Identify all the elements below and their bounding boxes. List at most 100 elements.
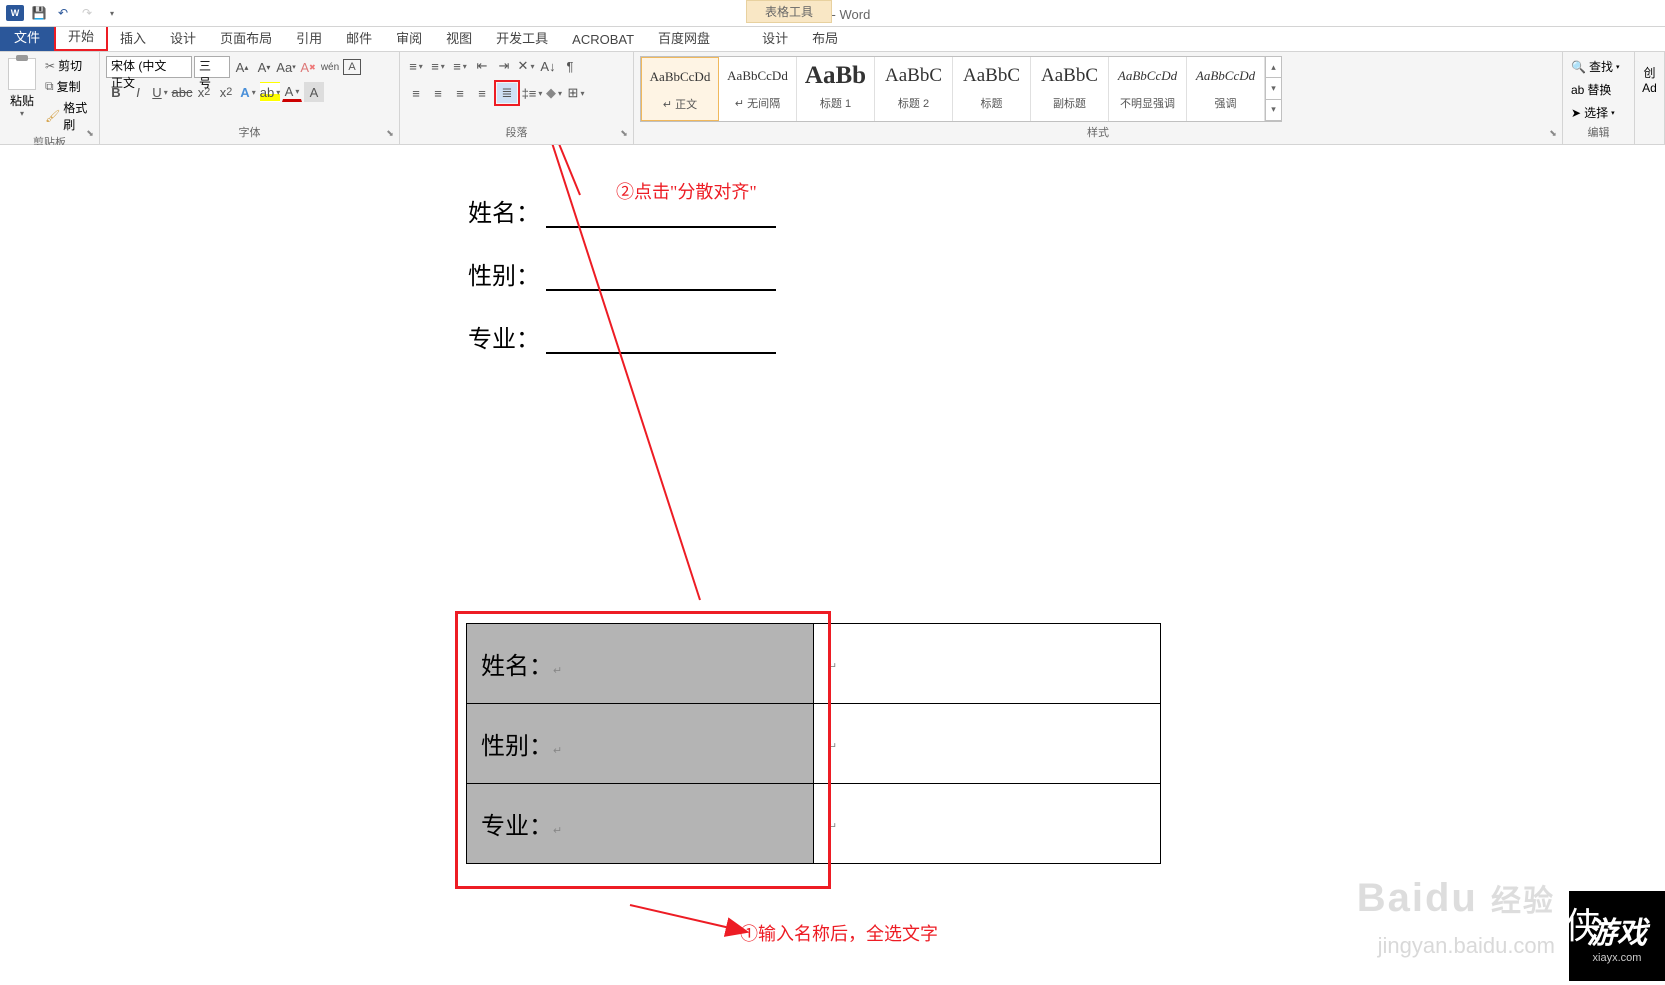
gallery-more-icon[interactable]: ▾ <box>1266 100 1281 121</box>
clear-format-icon[interactable]: A✖ <box>298 57 318 77</box>
clipboard-icon <box>8 58 36 90</box>
label-major: 专业： <box>468 319 540 354</box>
cut-button[interactable]: ✂剪切 <box>42 56 93 75</box>
numbering-icon[interactable]: ≡ <box>428 56 448 76</box>
align-right-icon[interactable]: ≡ <box>450 83 470 103</box>
quick-access-toolbar: W 💾 ↶ ↷ <box>0 3 122 23</box>
find-button[interactable]: 🔍查找▾ <box>1569 56 1621 77</box>
tab-references[interactable]: 引用 <box>284 24 334 51</box>
font-launcher-icon[interactable]: ⬊ <box>383 128 397 142</box>
tab-table-layout[interactable]: 布局 <box>800 24 850 51</box>
char-border-icon[interactable]: A <box>342 57 362 77</box>
paragraph-launcher-icon[interactable]: ⬊ <box>617 128 631 142</box>
table-cell-value: ↵ <box>814 704 1161 784</box>
shading-icon[interactable]: ◆ <box>544 83 564 103</box>
paste-label: 粘贴 <box>10 92 34 109</box>
font-size-combo[interactable]: 三号 <box>194 56 230 78</box>
grow-font-icon[interactable]: A▴ <box>232 57 252 77</box>
styles-gallery[interactable]: AaBbCcDd↵ 正文AaBbCcDd↵ 无间隔AaBb标题 1AaBbC标题… <box>640 56 1282 122</box>
scissors-icon: ✂ <box>45 59 55 73</box>
word-app-icon[interactable]: W <box>4 3 26 23</box>
table-cell-label: 性别：↵ <box>467 704 814 784</box>
qat-customize-icon[interactable] <box>100 3 122 23</box>
watermark-baidu: Baidu 经验 <box>1357 876 1555 921</box>
undo-icon[interactable]: ↶ <box>52 3 74 23</box>
group-styles: AaBbCcDd↵ 正文AaBbCcDd↵ 无间隔AaBb标题 1AaBbC标题… <box>634 52 1563 144</box>
replace-icon: ab <box>1571 83 1584 97</box>
tab-page-layout[interactable]: 页面布局 <box>208 24 284 51</box>
table-row[interactable]: 姓名：↵ ↵ <box>467 624 1161 704</box>
tab-design[interactable]: 设计 <box>158 24 208 51</box>
document-table[interactable]: 姓名：↵ ↵ 性别：↵ ↵ 专业：↵ ↵ <box>466 623 1161 864</box>
superscript-button[interactable]: x2 <box>216 82 236 102</box>
align-center-icon[interactable]: ≡ <box>428 83 448 103</box>
redo-icon[interactable]: ↷ <box>76 3 98 23</box>
style-item[interactable]: AaBbC标题 2 <box>875 57 953 121</box>
select-button[interactable]: ➤选择▾ <box>1569 102 1621 123</box>
group-paragraph: ≡ ≡ ≡ ⇤ ⇥ ✕ A↓ ¶ ≡ ≡ ≡ ≡ ≣ ‡ <box>400 52 634 144</box>
table-row[interactable]: 性别：↵ ↵ <box>467 704 1161 784</box>
page[interactable]: 姓名： 性别： 专业： <box>320 145 1330 402</box>
corner-logo: 侠 游戏 xiayx.com <box>1569 891 1665 981</box>
highlight-icon[interactable]: ab <box>260 82 280 102</box>
label-gender: 性别： <box>468 256 540 291</box>
style-item[interactable]: AaBbCcDd↵ 正文 <box>641 57 719 121</box>
style-item[interactable]: AaBbC副标题 <box>1031 57 1109 121</box>
paragraph-group-label: 段落 <box>406 124 627 142</box>
style-item[interactable]: AaBbC标题 <box>953 57 1031 121</box>
corner-url: xiayx.com <box>1593 952 1642 964</box>
underline-button[interactable]: U <box>150 82 170 102</box>
decrease-indent-icon[interactable]: ⇤ <box>472 56 492 76</box>
sort-icon[interactable]: A↓ <box>538 56 558 76</box>
tab-table-design[interactable]: 设计 <box>750 24 800 51</box>
tab-baidu[interactable]: 百度网盘 <box>646 24 722 51</box>
char-shading-icon[interactable]: A <box>304 82 324 102</box>
tab-mailings[interactable]: 邮件 <box>334 24 384 51</box>
table-row[interactable]: 专业：↵ ↵ <box>467 784 1161 864</box>
gallery-up-icon[interactable]: ▴ <box>1266 57 1281 78</box>
style-item[interactable]: AaBbCcDd不明显强调 <box>1109 57 1187 121</box>
text-effects-icon[interactable]: A <box>238 82 258 102</box>
asian-layout-icon[interactable]: ✕ <box>516 56 536 76</box>
change-case-icon[interactable]: Aa▾ <box>276 57 296 77</box>
label-name: 姓名： <box>468 193 540 228</box>
multilevel-icon[interactable]: ≡ <box>450 56 470 76</box>
align-justify-icon[interactable]: ≡ <box>472 83 492 103</box>
strikethrough-button[interactable]: abc <box>172 82 192 102</box>
save-icon[interactable]: 💾 <box>28 3 50 23</box>
tab-insert[interactable]: 插入 <box>108 24 158 51</box>
tab-review[interactable]: 审阅 <box>384 24 434 51</box>
table-cell-value: ↵ <box>814 624 1161 704</box>
tab-acrobat[interactable]: ACROBAT <box>560 28 646 51</box>
style-item[interactable]: AaBbCcDd↵ 无间隔 <box>719 57 797 121</box>
styles-launcher-icon[interactable]: ⬊ <box>1546 128 1560 142</box>
brush-icon: 🖌 <box>45 109 60 123</box>
replace-button[interactable]: ab替换 <box>1569 79 1621 100</box>
paste-button[interactable]: 粘贴 ▾ <box>6 56 38 120</box>
table-cell-label: 姓名：↵ <box>467 624 814 704</box>
shrink-font-icon[interactable]: A▾ <box>254 57 274 77</box>
clipboard-launcher-icon[interactable]: ⬊ <box>83 128 97 142</box>
align-left-icon[interactable]: ≡ <box>406 83 426 103</box>
copy-button[interactable]: ⧉复制 <box>42 77 93 96</box>
copy-icon: ⧉ <box>45 79 54 94</box>
bullets-icon[interactable]: ≡ <box>406 56 426 76</box>
document-area: 姓名： 性别： 专业： 姓名：↵ ↵ 性别：↵ ↵ 专业：↵ ↵ ②点击"分散对… <box>0 145 1665 981</box>
show-marks-icon[interactable]: ¶ <box>560 56 580 76</box>
style-item[interactable]: AaBbCcDd强调 <box>1187 57 1265 121</box>
tab-developer[interactable]: 开发工具 <box>484 24 560 51</box>
align-distribute-icon[interactable]: ≣ <box>497 83 517 103</box>
phonetic-icon[interactable]: wén <box>320 57 340 77</box>
group-editing: 🔍查找▾ ab替换 ➤选择▾ 编辑 <box>1563 52 1635 144</box>
gallery-down-icon[interactable]: ▾ <box>1266 78 1281 99</box>
line-spacing-icon[interactable]: ‡≡ <box>522 83 542 103</box>
group-partial: 创 Ad <box>1635 52 1665 144</box>
borders-icon[interactable]: ⊞ <box>566 83 586 103</box>
increase-indent-icon[interactable]: ⇥ <box>494 56 514 76</box>
font-name-combo[interactable]: 宋体 (中文正文 <box>106 56 192 78</box>
partial-label1: 创 <box>1641 64 1658 81</box>
annotation-step1: ①输入名称后，全选文字 <box>740 920 938 946</box>
font-color-icon[interactable]: A <box>282 82 302 102</box>
style-item[interactable]: AaBb标题 1 <box>797 57 875 121</box>
tab-view[interactable]: 视图 <box>434 24 484 51</box>
